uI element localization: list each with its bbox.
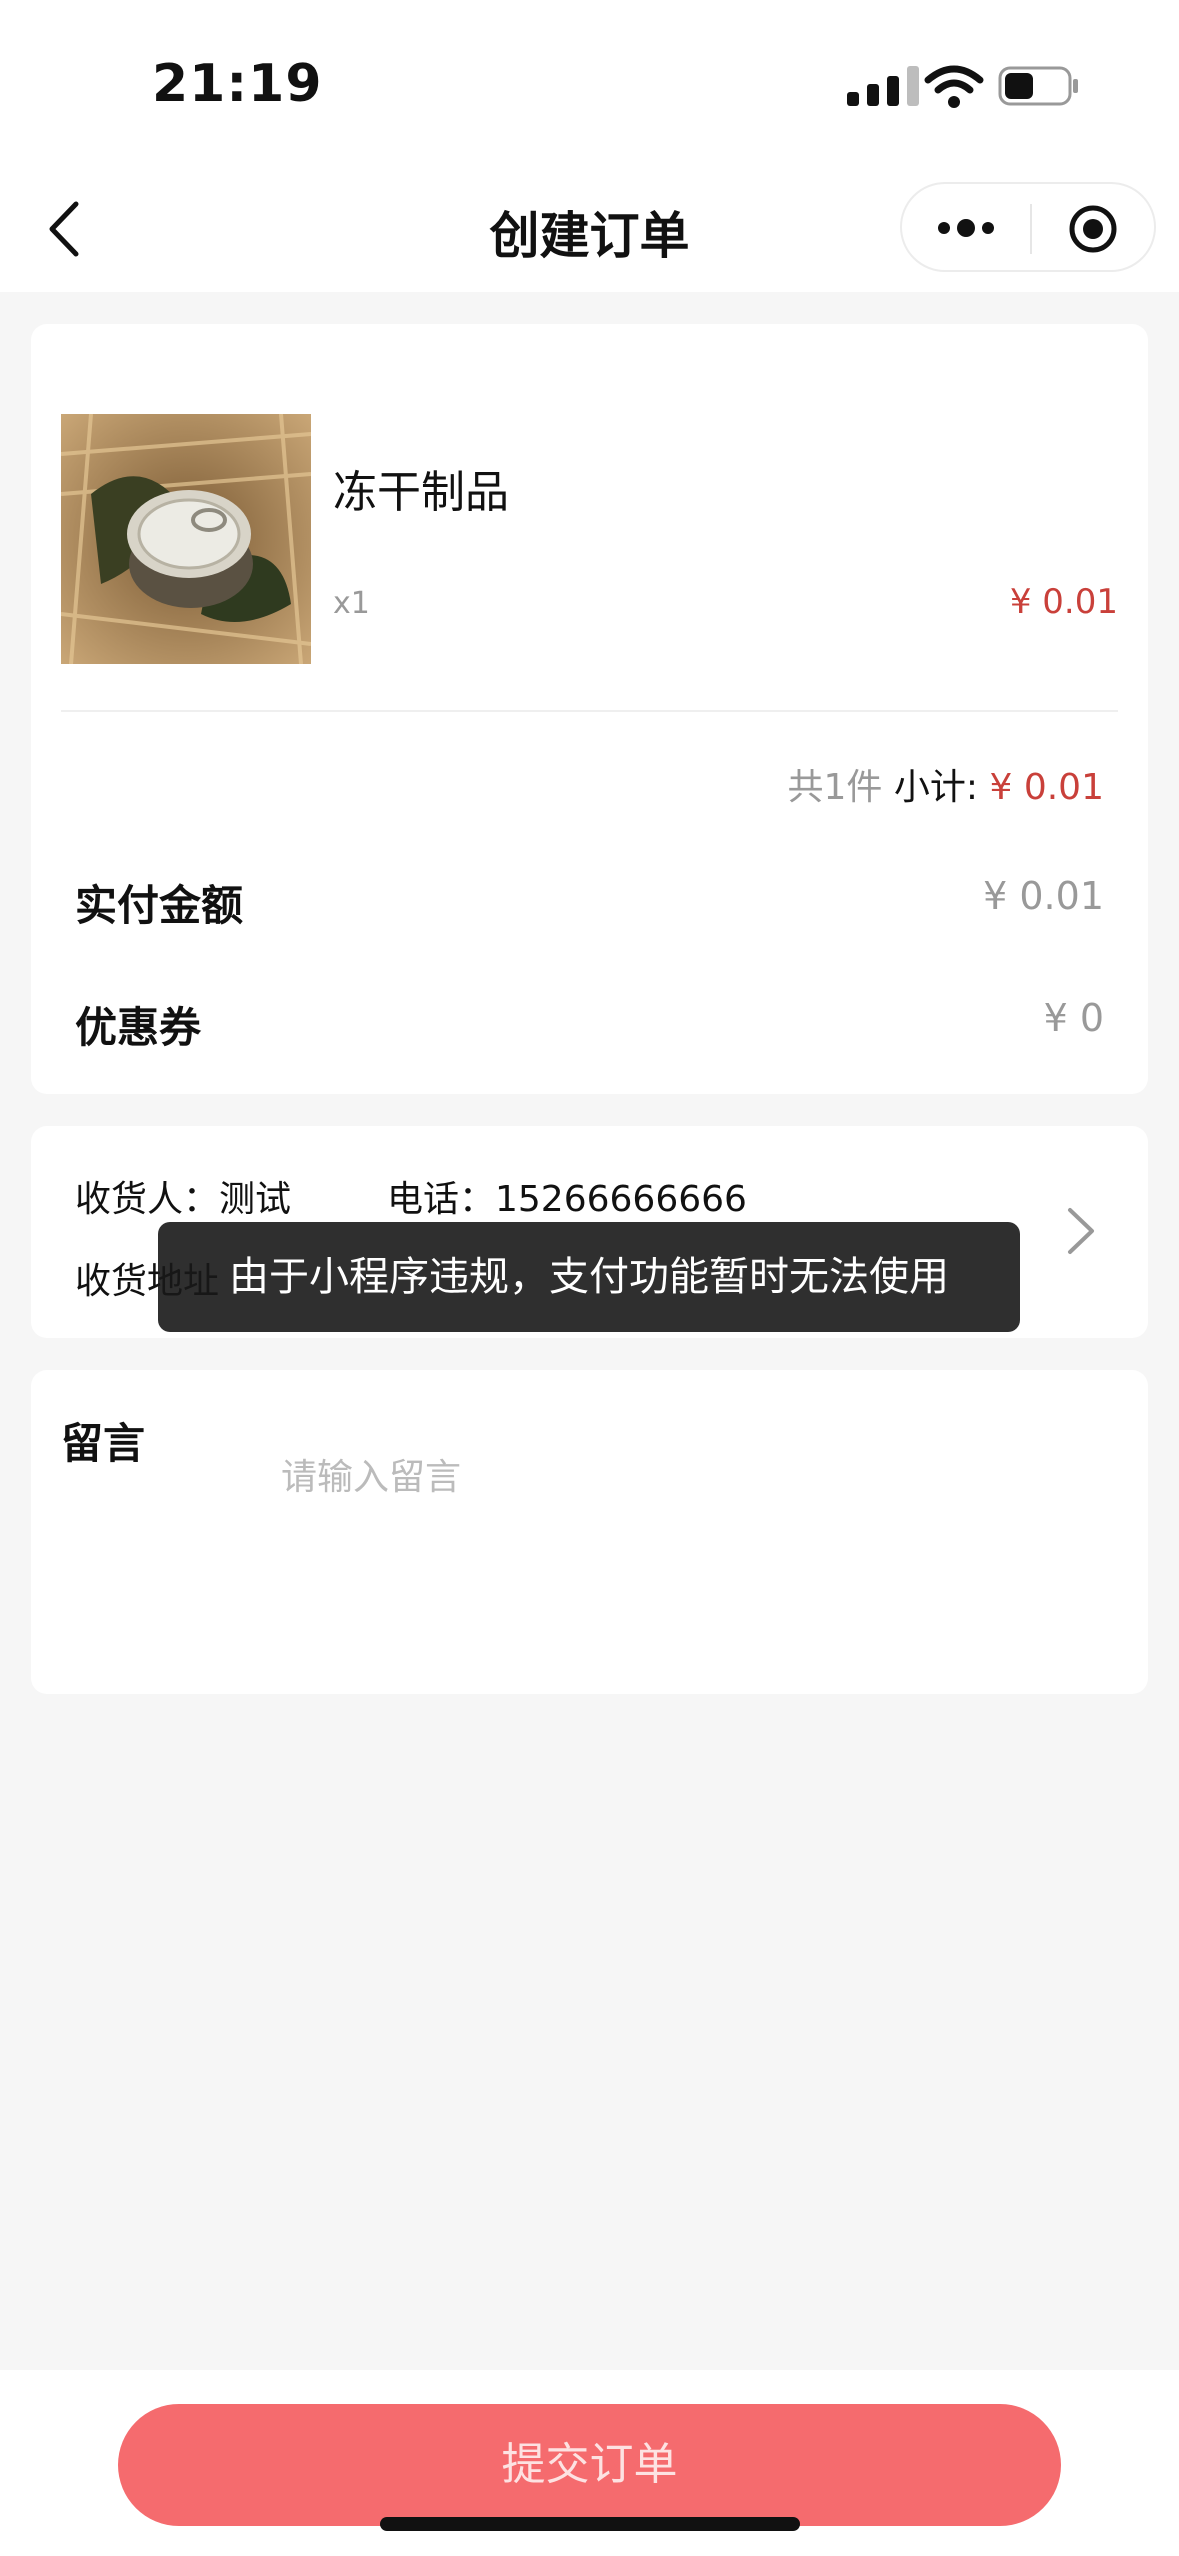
product-image[interactable] bbox=[61, 414, 311, 664]
paid-amount-label: 实付金额 bbox=[75, 881, 244, 930]
product-quantity: x1 bbox=[333, 586, 370, 621]
chevron-right-icon[interactable] bbox=[1066, 1206, 1096, 1256]
product-price: ¥ 0.01 bbox=[1009, 582, 1118, 622]
status-time: 21:19 bbox=[152, 54, 323, 114]
coupon-label: 优惠券 bbox=[75, 1003, 202, 1052]
paid-amount-value: ¥ 0.01 bbox=[983, 874, 1104, 918]
memo-input[interactable] bbox=[279, 1446, 1103, 1508]
coupon-value[interactable]: ¥ 0 bbox=[1044, 996, 1104, 1040]
submit-order-button[interactable]: 提交订单 bbox=[118, 2404, 1061, 2526]
more-options-icon[interactable] bbox=[936, 214, 996, 242]
recipient-phone: 电话：15266666666 bbox=[387, 1179, 747, 1220]
subtotal-label: 小计: bbox=[893, 767, 979, 808]
memo-label: 留言 bbox=[61, 1419, 146, 1468]
toast-message: 由于小程序违规，支付功能暂时无法使用 bbox=[158, 1222, 1020, 1332]
nav-bar: 创建订单 bbox=[0, 160, 1179, 292]
miniprogram-capsule bbox=[900, 182, 1156, 272]
product-name: 冻干制品 bbox=[333, 467, 509, 518]
divider bbox=[61, 710, 1118, 712]
cellular-signal-icon bbox=[847, 66, 919, 106]
item-count: 共1件 bbox=[787, 767, 883, 808]
subtotal-value: ¥ 0.01 bbox=[989, 767, 1104, 808]
memo-card: 留言 bbox=[31, 1370, 1148, 1694]
subtotal-line: 共1件 小计: ¥ 0.01 bbox=[788, 758, 1104, 810]
order-card: 冻干制品 x1 ¥ 0.01 共1件 小计: ¥ 0.01 实付金额 ¥ 0.0… bbox=[31, 324, 1148, 1094]
capsule-divider bbox=[1030, 204, 1032, 254]
wifi-icon bbox=[924, 65, 984, 108]
status-bar: 21:19 bbox=[0, 0, 1179, 160]
recipient-name: 收货人：测试 bbox=[75, 1179, 292, 1220]
battery-icon bbox=[998, 66, 1078, 106]
home-indicator[interactable] bbox=[380, 2517, 800, 2531]
close-miniprogram-icon[interactable] bbox=[1068, 204, 1118, 254]
